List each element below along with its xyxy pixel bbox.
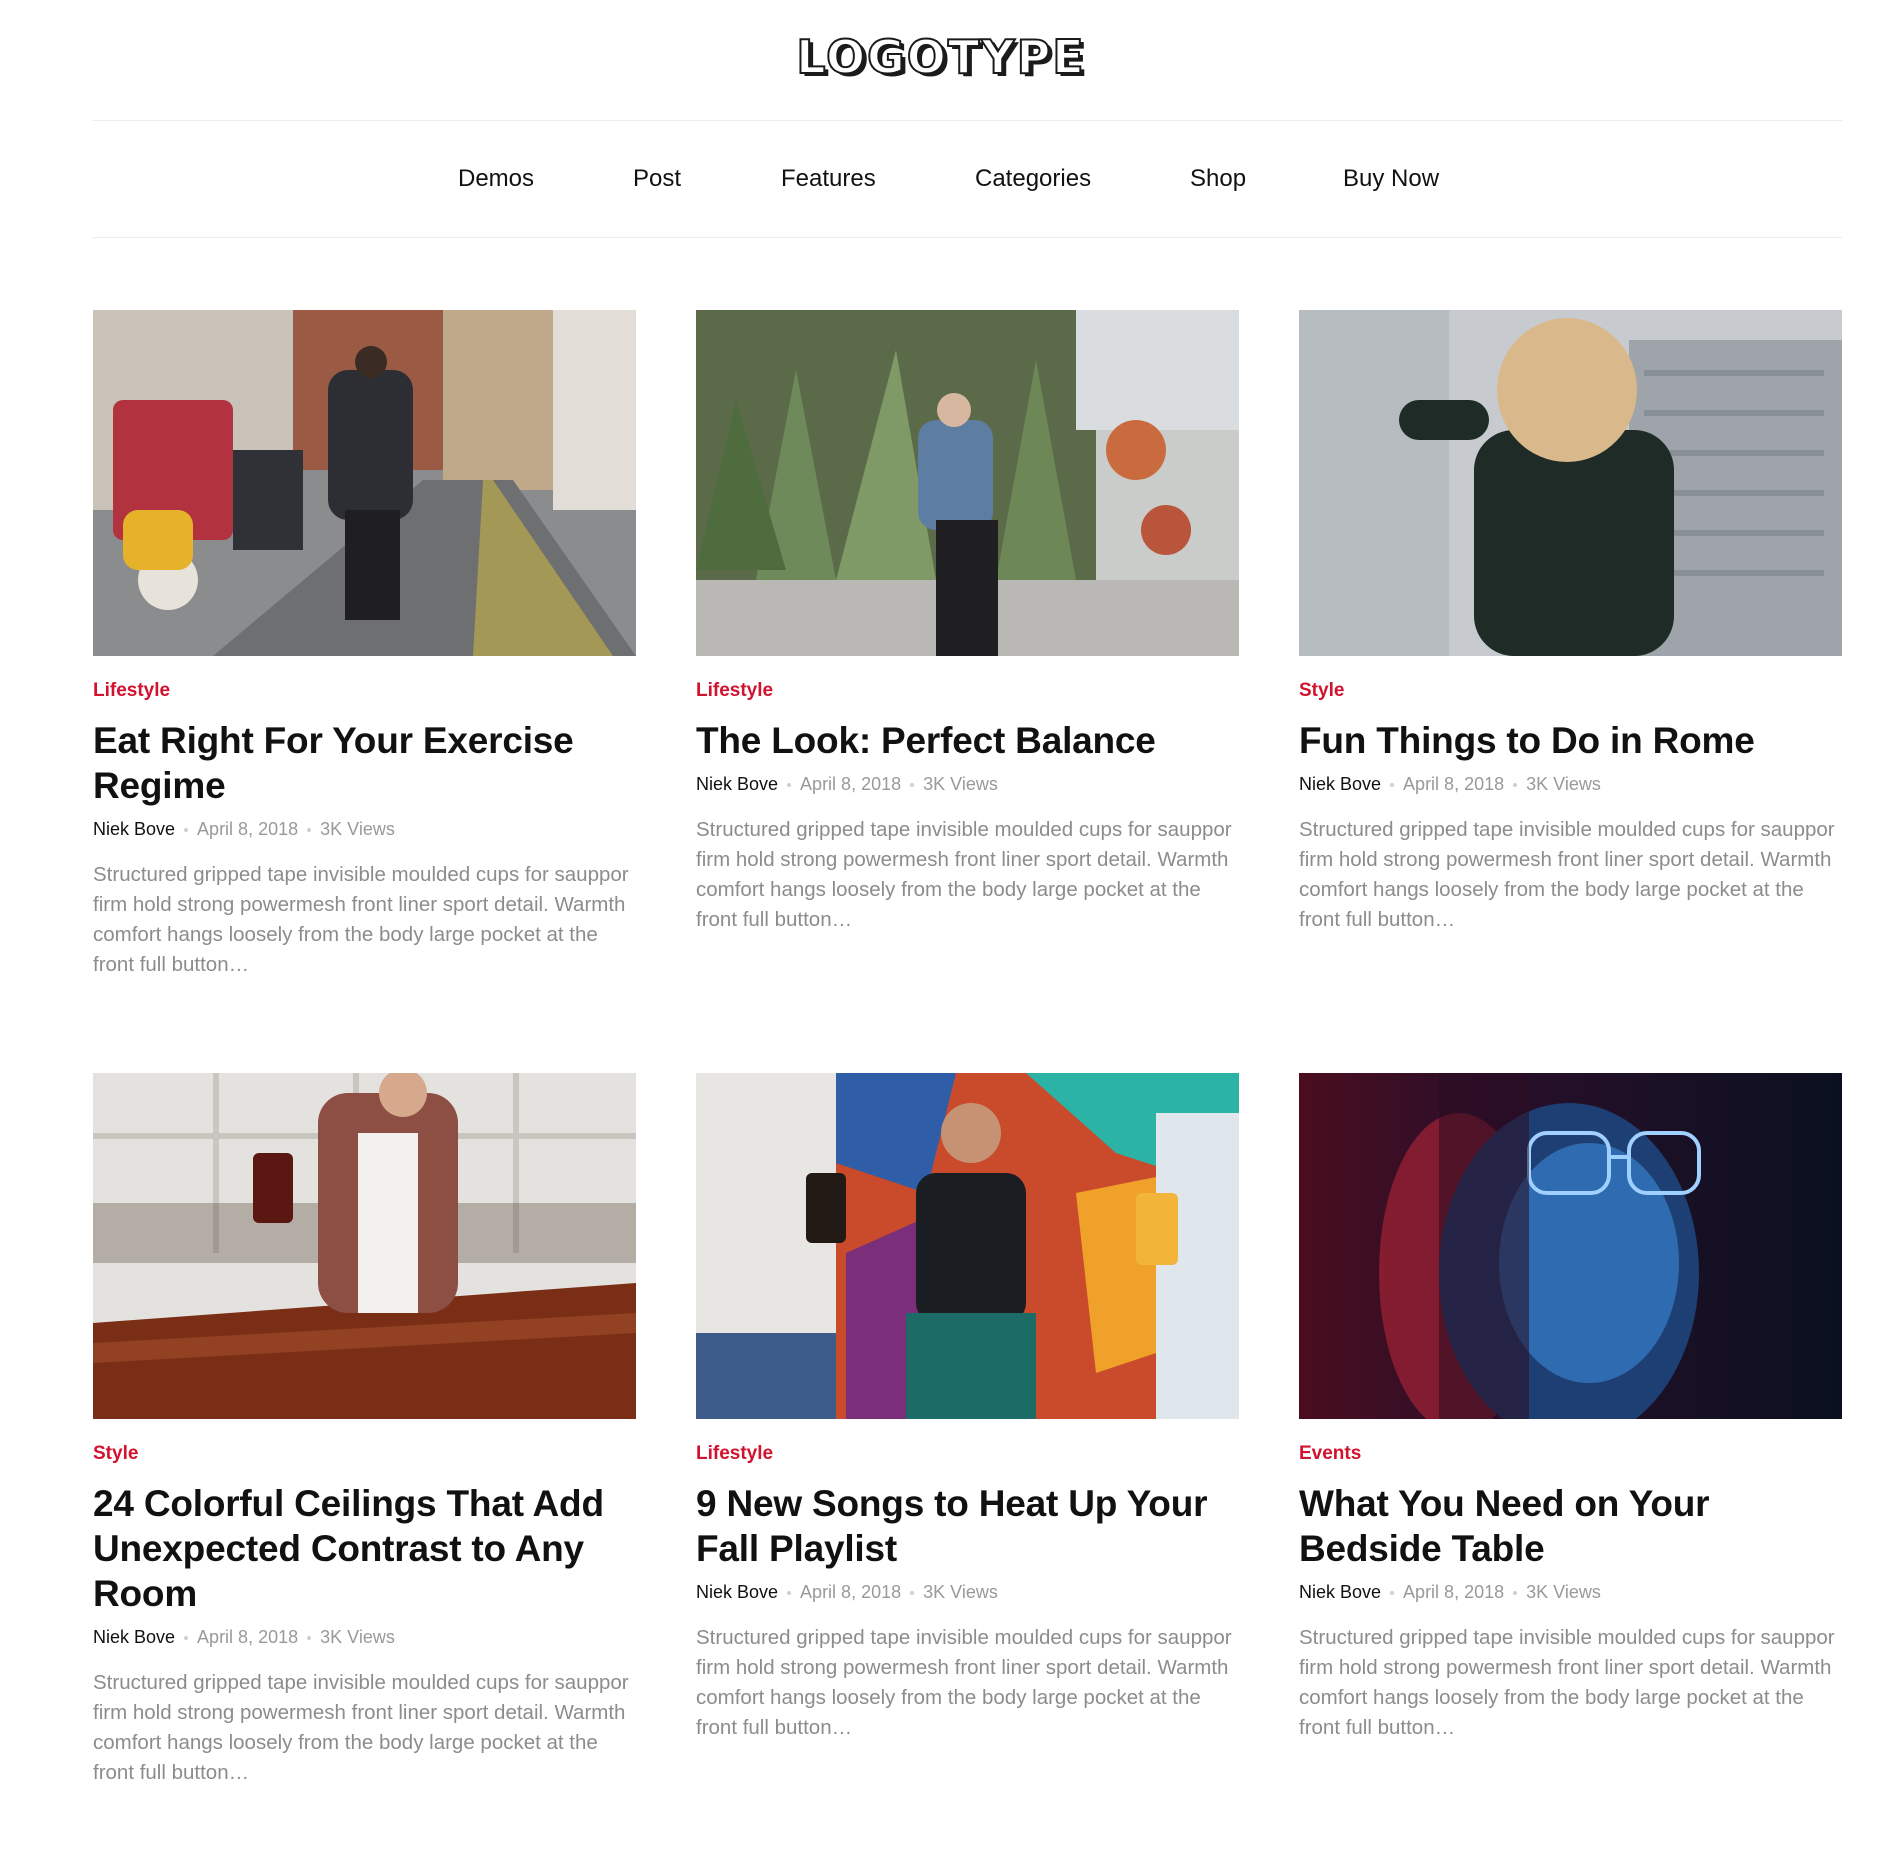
meta-separator xyxy=(184,828,189,833)
post-date: April 8, 2018 xyxy=(197,819,299,839)
post-title[interactable]: What You Need on Your Bedside Table xyxy=(1299,1481,1842,1571)
post-meta: Niek Bove April 8, 2018 3K Views xyxy=(696,774,1239,795)
post-card: Lifestyle The Look: Perfect Balance Niek… xyxy=(696,310,1239,935)
main-nav: Demos Post Features Categories Shop Buy … xyxy=(0,120,1882,237)
meta-separator xyxy=(184,1636,189,1641)
post-card: Lifestyle Eat Right For Your Exercise Re… xyxy=(93,310,636,980)
post-image-woman-city[interactable] xyxy=(1299,310,1842,656)
post-category[interactable]: Style xyxy=(93,1443,636,1467)
post-excerpt: Structured gripped tape invisible moulde… xyxy=(1299,818,1835,931)
post-author[interactable]: Niek Bove xyxy=(696,774,778,794)
post-date: April 8, 2018 xyxy=(197,1627,299,1647)
meta-separator xyxy=(307,828,312,833)
post-author[interactable]: Niek Bove xyxy=(93,1627,175,1647)
post-author[interactable]: Niek Bove xyxy=(696,1582,778,1602)
nav-item-shop[interactable]: Shop xyxy=(1190,165,1246,193)
post-image-cafe-table[interactable] xyxy=(93,1073,636,1419)
post-views: 3K Views xyxy=(320,1627,395,1647)
post-category[interactable]: Lifestyle xyxy=(696,1443,1239,1467)
site-logo[interactable]: LOGOTYPE xyxy=(0,29,1882,85)
post-card: Style 24 Colorful Ceilings That Add Unex… xyxy=(93,1073,636,1788)
nav-divider xyxy=(93,237,1842,238)
post-date: April 8, 2018 xyxy=(800,1582,902,1602)
meta-separator xyxy=(1390,1591,1395,1596)
post-date: April 8, 2018 xyxy=(800,774,902,794)
post-image-friends-drinks[interactable] xyxy=(696,1073,1239,1419)
post-image-neon-portrait[interactable] xyxy=(1299,1073,1842,1419)
post-views: 3K Views xyxy=(1526,1582,1601,1602)
post-title[interactable]: 9 New Songs to Heat Up Your Fall Playlis… xyxy=(696,1481,1239,1571)
post-card: Style Fun Things to Do in Rome Niek Bove… xyxy=(1299,310,1842,935)
post-author[interactable]: Niek Bove xyxy=(93,819,175,839)
post-image-plants[interactable] xyxy=(696,310,1239,656)
post-category[interactable]: Lifestyle xyxy=(93,680,636,704)
post-date: April 8, 2018 xyxy=(1403,774,1505,794)
meta-separator xyxy=(1513,783,1518,788)
post-category[interactable]: Events xyxy=(1299,1443,1842,1467)
post-meta: Niek Bove April 8, 2018 3K Views xyxy=(93,819,636,840)
nav-item-buy-now[interactable]: Buy Now xyxy=(1343,165,1439,193)
post-views: 3K Views xyxy=(923,1582,998,1602)
meta-separator xyxy=(307,1636,312,1641)
post-excerpt: Structured gripped tape invisible moulde… xyxy=(1299,1626,1835,1739)
post-meta: Niek Bove April 8, 2018 3K Views xyxy=(93,1627,636,1648)
post-views: 3K Views xyxy=(923,774,998,794)
post-title[interactable]: The Look: Perfect Balance xyxy=(696,718,1239,763)
meta-separator xyxy=(910,783,915,788)
meta-separator xyxy=(787,1591,792,1596)
nav-item-categories[interactable]: Categories xyxy=(975,165,1091,193)
post-title[interactable]: Fun Things to Do in Rome xyxy=(1299,718,1842,763)
post-title[interactable]: Eat Right For Your Exercise Regime xyxy=(93,718,636,808)
post-category[interactable]: Style xyxy=(1299,680,1842,704)
nav-item-post[interactable]: Post xyxy=(633,165,681,193)
meta-separator xyxy=(910,1591,915,1596)
post-date: April 8, 2018 xyxy=(1403,1582,1505,1602)
post-excerpt: Structured gripped tape invisible moulde… xyxy=(696,1626,1232,1739)
meta-separator xyxy=(1390,783,1395,788)
nav-item-features[interactable]: Features xyxy=(781,165,876,193)
post-meta: Niek Bove April 8, 2018 3K Views xyxy=(1299,774,1842,795)
post-views: 3K Views xyxy=(320,819,395,839)
post-category[interactable]: Lifestyle xyxy=(696,680,1239,704)
post-meta: Niek Bove April 8, 2018 3K Views xyxy=(1299,1582,1842,1603)
post-card: Lifestyle 9 New Songs to Heat Up Your Fa… xyxy=(696,1073,1239,1743)
nav-item-demos[interactable]: Demos xyxy=(458,165,534,193)
post-title[interactable]: 24 Colorful Ceilings That Add Unexpected… xyxy=(93,1481,636,1616)
post-meta: Niek Bove April 8, 2018 3K Views xyxy=(696,1582,1239,1603)
meta-separator xyxy=(1513,1591,1518,1596)
post-views: 3K Views xyxy=(1526,774,1601,794)
site-header: LOGOTYPE xyxy=(0,0,1882,120)
post-image-street[interactable] xyxy=(93,310,636,656)
post-author[interactable]: Niek Bove xyxy=(1299,1582,1381,1602)
post-excerpt: Structured gripped tape invisible moulde… xyxy=(696,818,1232,931)
post-author[interactable]: Niek Bove xyxy=(1299,774,1381,794)
post-excerpt: Structured gripped tape invisible moulde… xyxy=(93,1671,629,1784)
meta-separator xyxy=(787,783,792,788)
post-excerpt: Structured gripped tape invisible moulde… xyxy=(93,863,629,976)
post-card: Events What You Need on Your Bedside Tab… xyxy=(1299,1073,1842,1743)
